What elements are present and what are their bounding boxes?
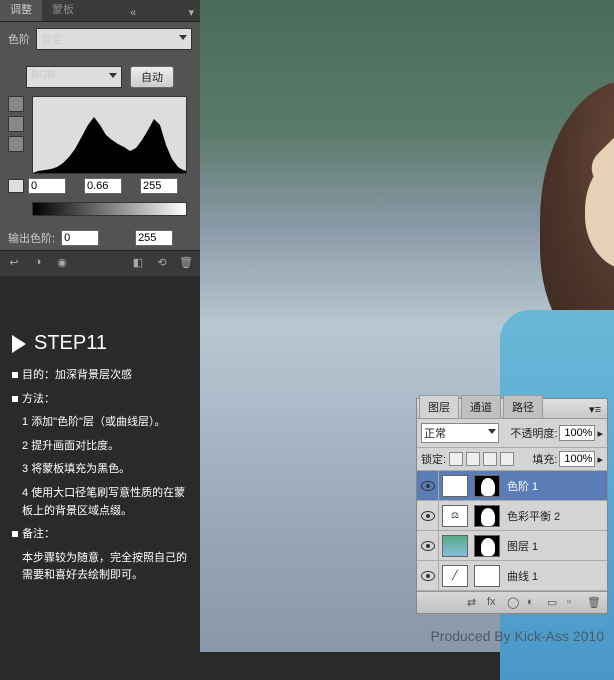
adjustment-icon[interactable]: ◐	[527, 596, 541, 610]
new-layer-icon[interactable]: ▫	[567, 596, 581, 610]
link-icon[interactable]: ⇄	[467, 596, 481, 610]
layer-row[interactable]: 图层 1	[417, 531, 607, 561]
opacity-label: 不透明度:	[510, 425, 557, 441]
adjustment-type-label: 色阶	[8, 31, 30, 47]
visibility-icon[interactable]	[421, 541, 435, 551]
image-thumb[interactable]	[442, 535, 468, 557]
toggle-icon[interactable]: ◑	[30, 256, 46, 272]
layer-name: 曲线 1	[507, 568, 538, 584]
method-label: 方法：	[22, 393, 55, 405]
input-white-field[interactable]	[140, 178, 178, 194]
adjustment-thumb[interactable]: ⚖	[442, 505, 468, 527]
lock-label: 锁定:	[421, 451, 446, 467]
opacity-scrub-icon[interactable]: ▸	[597, 427, 603, 440]
reset-icon[interactable]: ⟲	[154, 256, 170, 272]
chevron-down-icon	[109, 73, 117, 78]
chevron-down-icon	[488, 429, 496, 434]
watermark: Produced By Kick-Ass 2010	[430, 628, 604, 644]
mask-thumb[interactable]	[474, 475, 500, 497]
input-mid-field[interactable]	[84, 178, 122, 194]
auto-button[interactable]: 自动	[130, 66, 174, 88]
panel-menu-icon[interactable]: ▾≡	[583, 401, 607, 418]
eyedropper-tools	[8, 96, 26, 174]
note-label: 备注：	[22, 528, 55, 540]
mask-thumb[interactable]	[474, 505, 500, 527]
layer-name: 图层 1	[507, 538, 538, 554]
mask-thumb[interactable]	[474, 565, 500, 587]
layer-name: 色阶 1	[507, 478, 538, 494]
adjustment-thumb[interactable]: ╱	[442, 565, 468, 587]
adjustment-thumb[interactable]: ┃╻╻	[442, 475, 468, 497]
layer-row[interactable]: ┃╻╻ 色阶 1	[417, 471, 607, 501]
blend-mode-dropdown[interactable]: 正常	[421, 423, 499, 443]
tab-paths[interactable]: 路径	[503, 395, 543, 418]
layers-footer: ⇄ fx ◯ ◐ ▭ ▫ 🗑	[417, 591, 607, 613]
chevron-down-icon	[179, 35, 187, 40]
histogram-chart[interactable]	[32, 96, 187, 174]
step-title: STEP11	[12, 332, 188, 355]
lock-position-icon[interactable]	[483, 452, 497, 466]
note-text: 本步骤较为随意，完全按照自己的需要和喜好去绘制即可。	[12, 550, 188, 585]
delete-icon[interactable]: 🗑	[178, 256, 194, 272]
fill-field[interactable]	[559, 451, 595, 467]
visibility-icon[interactable]	[421, 511, 435, 521]
layer-row[interactable]: ⚖ 色彩平衡 2	[417, 501, 607, 531]
return-icon[interactable]: ↩	[6, 256, 22, 272]
mask-icon[interactable]: ◯	[507, 596, 521, 610]
fill-scrub-icon[interactable]: ▸	[597, 453, 603, 466]
play-icon	[12, 335, 26, 353]
lock-pixels-icon[interactable]	[466, 452, 480, 466]
channel-dropdown[interactable]: RGB	[26, 66, 122, 88]
white-point-eyedropper-icon[interactable]	[8, 136, 24, 152]
goal-text: 加深背景层次感	[55, 369, 132, 381]
panel-collapse-icon[interactable]: «	[124, 5, 142, 21]
clip-icon[interactable]: ◧	[130, 256, 146, 272]
lock-transparency-icon[interactable]	[449, 452, 463, 466]
black-point-eyedropper-icon[interactable]	[8, 96, 24, 112]
mask-thumb[interactable]	[474, 535, 500, 557]
gray-point-eyedropper-icon[interactable]	[8, 116, 24, 132]
preset-dropdown[interactable]: 自定	[36, 28, 192, 50]
opacity-field[interactable]	[559, 425, 595, 441]
tab-layers[interactable]: 图层	[419, 395, 459, 418]
layer-list: ┃╻╻ 色阶 1 ⚖ 色彩平衡 2 图层 1 ╱ 曲线 1	[417, 471, 607, 591]
levels-adjustment-panel: 调整 蒙板 « ▾ 色阶 自定 RGB 自动	[0, 0, 200, 276]
clip-highlights-icon[interactable]	[8, 179, 24, 193]
tab-channels[interactable]: 通道	[461, 395, 501, 418]
output-gradient[interactable]	[32, 202, 187, 216]
tab-masks[interactable]: 蒙板	[42, 0, 84, 21]
layers-tab-bar: 图层 通道 路径 ▾≡	[417, 399, 607, 419]
panel-tab-bar: 调整 蒙板 « ▾	[0, 0, 200, 22]
fill-label: 填充:	[532, 451, 557, 467]
delete-icon[interactable]: 🗑	[587, 596, 601, 610]
output-black-field[interactable]	[61, 230, 99, 246]
view-icon[interactable]: ◉	[54, 256, 70, 272]
lock-all-icon[interactable]	[500, 452, 514, 466]
input-black-field[interactable]	[28, 178, 66, 194]
panel-menu-icon[interactable]: ▾	[182, 4, 200, 21]
fx-icon[interactable]: fx	[487, 596, 501, 610]
method-2: 2 提升画面对比度。	[12, 438, 188, 456]
visibility-icon[interactable]	[421, 481, 435, 491]
output-white-field[interactable]	[135, 230, 173, 246]
goal-label: 目的：	[22, 369, 55, 381]
method-4: 4 使用大口径笔刷写意性质的在蒙板上的背景区域点缀。	[12, 485, 188, 520]
method-1: 1 添加"色阶"层（或曲线层）。	[12, 414, 188, 432]
method-3: 3 将蒙板填充为黑色。	[12, 461, 188, 479]
layer-row[interactable]: ╱ 曲线 1	[417, 561, 607, 591]
layers-panel: 图层 通道 路径 ▾≡ 正常 不透明度: ▸ 锁定: 填充: ▸ ┃╻╻ 色阶 …	[416, 398, 608, 614]
tab-adjustments[interactable]: 调整	[0, 0, 42, 21]
group-icon[interactable]: ▭	[547, 596, 561, 610]
visibility-icon[interactable]	[421, 571, 435, 581]
tutorial-step: STEP11 目的：加深背景层次感 方法： 1 添加"色阶"层（或曲线层）。 2…	[0, 320, 200, 603]
output-label: 输出色阶:	[8, 230, 55, 246]
panel-footer: ↩ ◑ ◉ ◧ ⟲ 🗑	[0, 250, 200, 276]
layer-name: 色彩平衡 2	[507, 508, 560, 524]
